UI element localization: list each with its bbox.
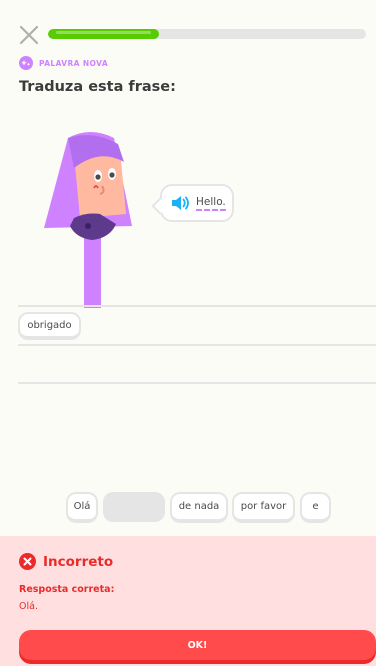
answer-line — [18, 344, 376, 346]
correct-answer-label: Resposta correta: — [19, 584, 115, 595]
speaker-icon[interactable] — [170, 195, 190, 211]
answer-line — [18, 305, 376, 307]
progress-bar — [48, 29, 366, 39]
feedback-header: Incorreto — [19, 553, 113, 570]
x-circle-icon — [19, 553, 36, 570]
word-bank-tile[interactable]: Olá — [66, 492, 98, 523]
prompt-word[interactable]: Hello. — [196, 196, 226, 211]
word-bank-tile[interactable]: e — [300, 492, 331, 523]
correct-answer-text: Olá. — [19, 601, 38, 612]
selected-word-tile[interactable]: obrigado — [18, 312, 81, 340]
top-bar — [0, 0, 376, 60]
badge-label: PALAVRA NOVA — [39, 58, 109, 68]
progress-fill — [48, 29, 160, 39]
ok-button[interactable]: OK! — [19, 630, 376, 660]
feedback-title: Incorreto — [43, 553, 114, 570]
close-icon[interactable] — [18, 24, 40, 46]
answer-line — [18, 382, 376, 384]
word-bank-tile[interactable]: de nada — [170, 492, 228, 523]
new-word-badge: PALAVRA NOVA — [19, 55, 108, 71]
word-bank-empty-slot — [103, 492, 165, 522]
sparkle-icon — [19, 56, 33, 70]
page-title: Traduza esta frase: — [19, 79, 176, 95]
feedback-panel: Incorreto Resposta correta: Olá. OK! — [0, 536, 376, 666]
character-illustration — [44, 132, 132, 308]
speech-bubble: Hello. — [160, 184, 234, 222]
word-bank-tile[interactable]: por favor — [232, 492, 295, 523]
